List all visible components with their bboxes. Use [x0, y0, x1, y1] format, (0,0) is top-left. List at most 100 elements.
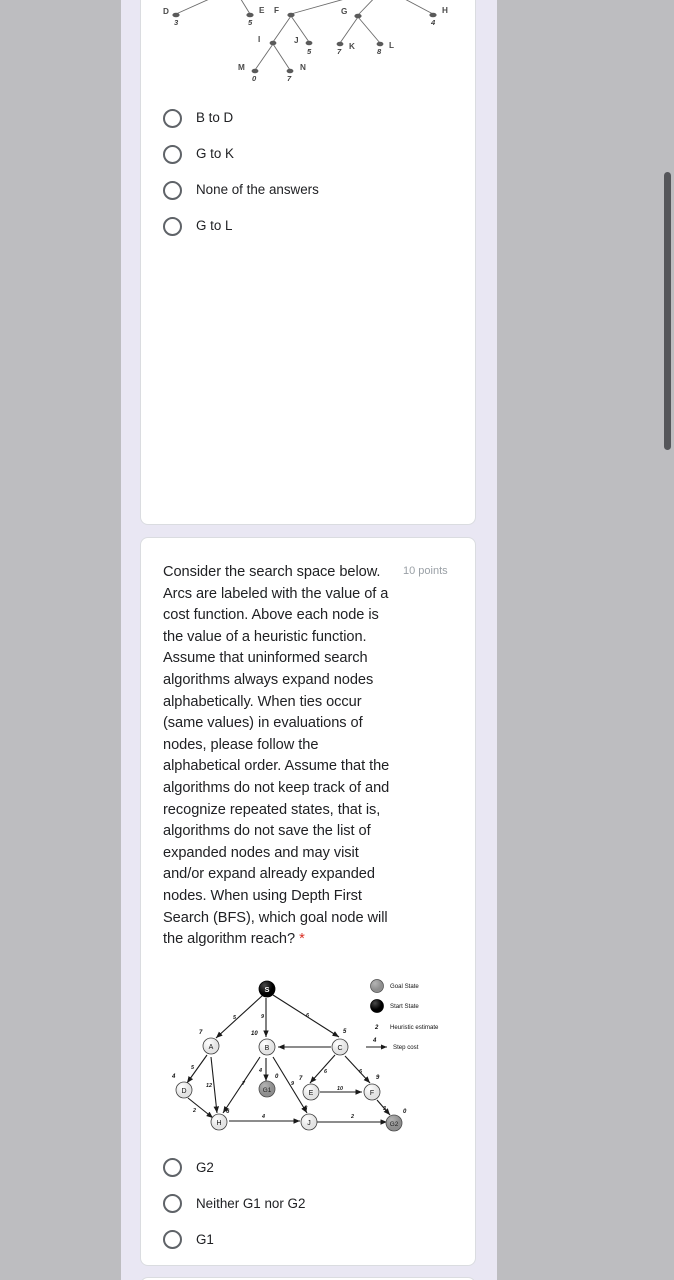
radio-button-icon[interactable]	[163, 180, 182, 200]
search-space-svg: 5 9 6 5 12 2 6 6 4 7 9 10 3 4 2 S A 7 B …	[171, 978, 439, 1132]
option-row[interactable]: G2	[163, 1150, 453, 1186]
cost-B-J: 9	[291, 1081, 294, 1087]
legend-start-state-label: Start State	[390, 1003, 419, 1010]
edge-B-J	[272, 1056, 308, 1113]
graph-node-label-F: F	[370, 1090, 374, 1097]
edge-A-D	[186, 1054, 208, 1084]
minimax-leaf-value-L: 8	[377, 47, 382, 56]
minimax-leaf-value-E: 5	[248, 18, 253, 27]
heuristic-H: 6	[226, 1109, 230, 1115]
radio-button-icon[interactable]	[163, 108, 182, 128]
option-label: G1	[196, 1231, 214, 1247]
heuristic-J: 8	[304, 1106, 308, 1112]
graph-node-label-D: D	[181, 1088, 186, 1095]
graph-node-label-J: J	[307, 1120, 311, 1127]
minimax-node-G: G	[341, 7, 348, 16]
graph-node-label-G2: G2	[390, 1121, 399, 1128]
question-card-search-space: Consider the search space below. Arcs ar…	[140, 537, 476, 1266]
cost-C-E: 6	[324, 1069, 328, 1075]
heuristic-F: 9	[376, 1075, 380, 1081]
cost-E-F: 10	[337, 1086, 343, 1092]
cost-J-G2: 2	[350, 1114, 354, 1120]
cost-B-H: 7	[242, 1081, 246, 1087]
cost-A-H: 12	[206, 1083, 212, 1089]
minimax-leaf-value-K: 7	[337, 47, 342, 56]
minimax-leaf-value-H: 4	[430, 18, 436, 27]
graph-node-label-A: A	[209, 1044, 214, 1051]
radio-button-icon[interactable]	[163, 216, 182, 236]
graph-node-label-H: H	[216, 1120, 221, 1127]
heuristic-G2: 0	[403, 1109, 407, 1115]
option-label: G to L	[196, 218, 233, 234]
question-card-minimax: Apply Minimax with Alpha-Beta Pruning by…	[140, 0, 476, 525]
question-header: Consider the search space below. Arcs ar…	[163, 562, 453, 951]
graph-node-label-B: B	[265, 1045, 270, 1052]
option-row[interactable]: B to D	[163, 100, 453, 136]
option-row[interactable]: G1	[163, 1222, 453, 1258]
option-row[interactable]: None of the answers	[163, 172, 453, 208]
legend-heuristic-symbol: 2	[374, 1025, 379, 1031]
options-list-minimax: B to D G to K None of the answers G to L	[163, 100, 453, 258]
option-row[interactable]: G to K	[163, 136, 453, 172]
search-space-legend: Goal State Start State 2 Heuristic estim…	[366, 978, 439, 1051]
question-text: Consider the search space below. Arcs ar…	[163, 564, 390, 948]
option-label: G to K	[196, 146, 234, 162]
option-label: Neither G1 nor G2	[196, 1195, 306, 1211]
minimax-node-I: I	[258, 35, 261, 44]
question-title: Consider the search space below. Arcs ar…	[163, 562, 395, 951]
radio-button-icon[interactable]	[163, 1158, 182, 1178]
heuristic-E: 7	[299, 1076, 303, 1082]
minimax-leaf-value-D: 3	[174, 18, 179, 27]
minimax-node-L: L	[389, 41, 395, 50]
scrollbar-thumb[interactable]	[664, 172, 671, 450]
edge-D-H	[187, 1097, 214, 1119]
heuristic-C: 5	[343, 1029, 347, 1035]
minimax-node-M: M	[238, 63, 245, 72]
scrollbar-track[interactable]	[662, 0, 674, 1280]
option-label: None of the answers	[196, 182, 319, 198]
graph-node-label-C: C	[337, 1045, 342, 1052]
minimax-node-K: K	[349, 42, 356, 51]
option-row[interactable]: G to L	[163, 208, 453, 244]
radio-button-icon[interactable]	[163, 1194, 182, 1214]
graph-node-label-E: E	[309, 1090, 314, 1097]
option-label: B to D	[196, 110, 234, 126]
minimax-leaf-value-M: 0	[252, 74, 257, 83]
minimax-tree-svg: MAX A B C D E F G H I J K L M N	[163, 0, 449, 83]
options-list-search-space: G2 Neither G1 nor G2 G1	[163, 1150, 453, 1272]
cost-A-D: 5	[191, 1065, 195, 1071]
radio-button-icon[interactable]	[163, 144, 182, 164]
cost-S-A: 5	[233, 1015, 237, 1021]
legend-goal-state-label: Goal State	[390, 983, 419, 990]
minimax-leaf-value-J: 5	[307, 47, 312, 56]
minimax-node-D: D	[163, 7, 170, 16]
legend-heuristic-label: Heuristic estimate	[390, 1024, 439, 1031]
minimax-node-H: H	[442, 6, 449, 15]
graph-node-label-S: S	[264, 985, 269, 994]
cost-F-G2: 3	[383, 1106, 386, 1112]
minimax-node-J: J	[294, 36, 299, 45]
legend-step-cost-symbol: 4	[372, 1038, 377, 1044]
cost-B-G1: 4	[258, 1068, 262, 1074]
radio-button-icon[interactable]	[163, 1230, 182, 1250]
cost-D-H: 2	[192, 1108, 196, 1114]
option-row[interactable]: Neither G1 nor G2	[163, 1186, 453, 1222]
required-asterisk: *	[299, 931, 305, 948]
graph-node-label-G1: G1	[263, 1087, 272, 1094]
legend-start-state-icon	[370, 998, 384, 1013]
legend-step-cost-label: Step cost	[393, 1044, 419, 1051]
minimax-tree-figure: MAX A B C D E F G H I J K L M N	[163, 0, 453, 90]
heuristic-G1: 0	[275, 1074, 279, 1080]
search-space-figure: 5 9 6 5 12 2 6 6 4 7 9 10 3 4 2 S A 7 B …	[163, 965, 453, 1140]
legend-goal-state-icon	[370, 978, 384, 993]
heuristic-D: 4	[171, 1074, 176, 1080]
edge-C-F	[344, 1055, 371, 1084]
browser-viewport: Apply Minimax with Alpha-Beta Pruning by…	[121, 0, 674, 1280]
cost-H-J: 4	[261, 1114, 265, 1120]
option-label: G2	[196, 1159, 214, 1175]
edge-C-E	[309, 1054, 336, 1084]
heuristic-B: 10	[251, 1031, 258, 1037]
points-label: 10 points	[403, 565, 448, 577]
minimax-node-F: F	[274, 6, 280, 15]
minimax-node-E: E	[259, 6, 265, 15]
